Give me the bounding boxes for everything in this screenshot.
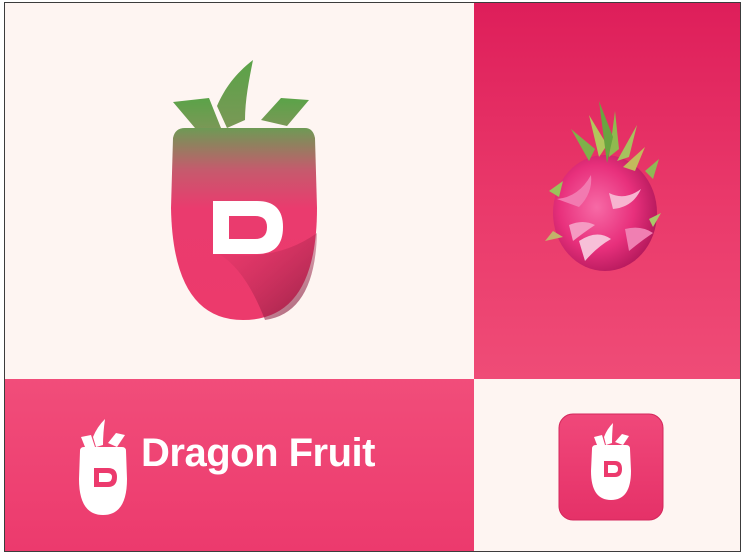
dragon-fruit-logo-white-icon [79, 419, 127, 515]
app-icon [558, 413, 664, 521]
dragon-fruit-photo [545, 101, 661, 271]
brand-board: Dragon Fruit [4, 2, 741, 552]
logo-panel [5, 3, 474, 379]
wordmark-panel: Dragon Fruit [5, 379, 474, 551]
photo-panel [474, 3, 740, 379]
brand-wordmark: Dragon Fruit [141, 431, 375, 475]
dragon-fruit-logo-icon [171, 60, 317, 320]
app-icon-panel [474, 379, 740, 551]
